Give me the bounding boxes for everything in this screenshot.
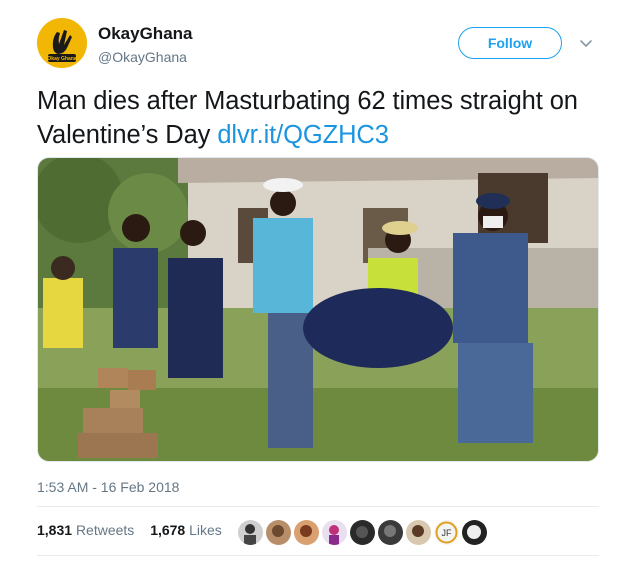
likes-count: 1,678 bbox=[150, 522, 186, 538]
retweets-stat[interactable]: 1,831 Retweets bbox=[37, 522, 134, 538]
avatar[interactable]: Okay Ghana bbox=[37, 18, 87, 68]
divider bbox=[37, 506, 599, 507]
chevron-down-icon[interactable] bbox=[579, 36, 593, 50]
liker-avatar[interactable] bbox=[378, 520, 403, 545]
user-handle[interactable]: @OkayGhana bbox=[98, 49, 187, 65]
liker-avatar[interactable] bbox=[462, 520, 487, 545]
liker-avatar[interactable] bbox=[238, 520, 263, 545]
liker-avatar[interactable] bbox=[406, 520, 431, 545]
likes-stat[interactable]: 1,678 Likes bbox=[150, 522, 222, 538]
follow-button[interactable]: Follow bbox=[458, 27, 562, 59]
divider bbox=[37, 555, 599, 556]
liker-avatar[interactable] bbox=[350, 520, 375, 545]
likes-label: Likes bbox=[189, 522, 222, 538]
news-photo-illustration bbox=[38, 158, 598, 461]
display-name[interactable]: OkayGhana bbox=[98, 24, 193, 44]
liker-avatar[interactable]: JF bbox=[434, 520, 459, 545]
tweet-text: Man dies after Masturbating 62 times str… bbox=[37, 84, 607, 152]
okayghana-logo: Okay Ghana bbox=[37, 18, 87, 68]
tweet-timestamp[interactable]: 1:53 AM - 16 Feb 2018 bbox=[37, 479, 179, 495]
retweets-label: Retweets bbox=[75, 522, 135, 538]
liker-avatar[interactable] bbox=[266, 520, 291, 545]
liker-avatar[interactable] bbox=[322, 520, 347, 545]
tweet-photo[interactable] bbox=[37, 157, 599, 462]
liker-avatar[interactable] bbox=[294, 520, 319, 545]
logo-text: Okay Ghana bbox=[47, 56, 76, 62]
liker-avatars: JF bbox=[238, 520, 490, 546]
tweet-link[interactable]: dlvr.it/QGZHC3 bbox=[217, 121, 389, 149]
retweets-count: 1,831 bbox=[37, 522, 73, 538]
tweet-stats: 1,831 Retweets 1,678 Likes bbox=[37, 522, 222, 538]
svg-text:JF: JF bbox=[442, 528, 453, 538]
tweet-card: Okay Ghana OkayGhana @OkayGhana Follow M… bbox=[0, 0, 617, 563]
